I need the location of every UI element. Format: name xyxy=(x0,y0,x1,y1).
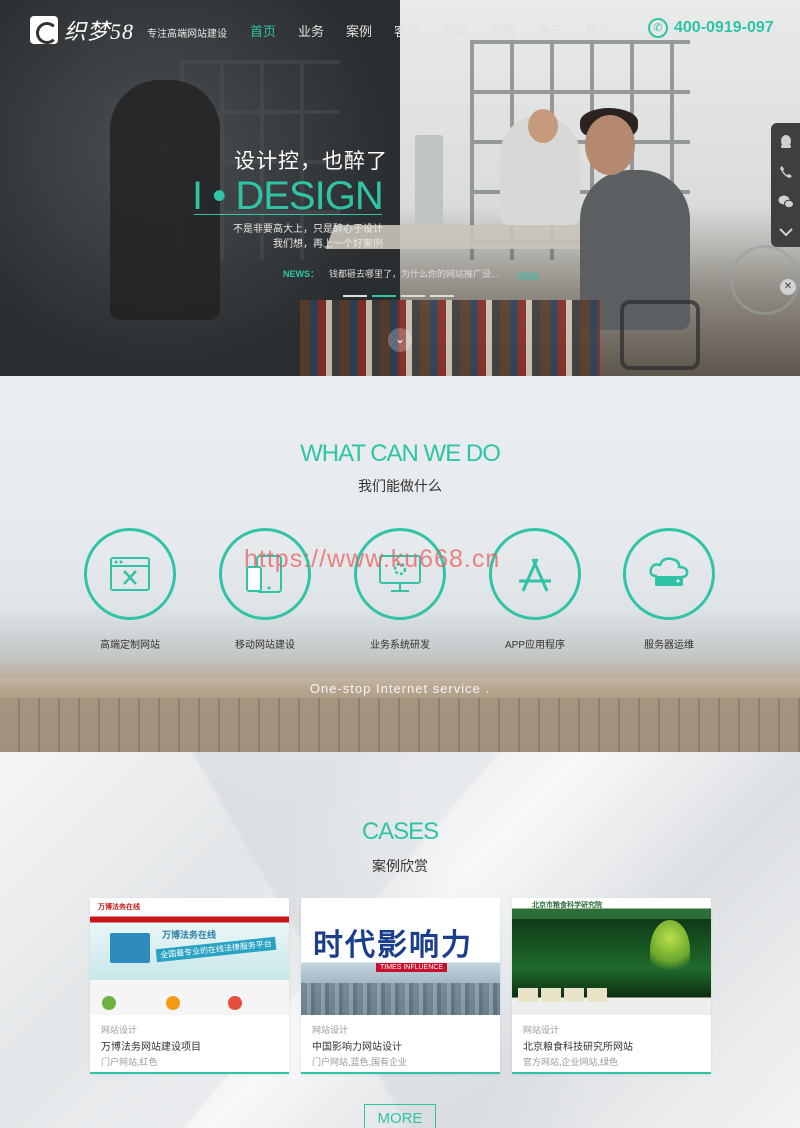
floating-toolbar xyxy=(771,123,800,247)
hero-subtitle: 不是非要高大上，只是醉心于设计 我们想，再上一个好案例 xyxy=(200,222,383,252)
news-headline[interactable]: 钱都砸去哪里了，为什么你的网站推广没... xyxy=(329,267,499,280)
thumb-banner-title: 万博法务在线 xyxy=(162,930,217,940)
thumb-tag: TIMES INFLUENCE xyxy=(376,963,448,972)
case-card[interactable]: 万博法务在线 万博法务在线 全国最专业的在线法律服务平台 网站设计 万博法务网站… xyxy=(90,898,289,1074)
slider-dot[interactable] xyxy=(430,295,454,297)
cases-subtitle: 案例欣赏 xyxy=(372,858,428,874)
menu-item-about[interactable]: 关于 xyxy=(538,21,586,40)
hero-title: 设计控，也醉了 xyxy=(234,150,388,173)
menu-item-home[interactable]: 首页 xyxy=(250,21,298,40)
menu-item-contact[interactable]: 联系 xyxy=(586,21,634,40)
hotline: ✆ 400-0919-097 xyxy=(648,18,774,38)
hero-chair xyxy=(620,300,700,370)
thumb-icon xyxy=(166,996,180,1010)
service-label: 移动网站建设 xyxy=(235,640,295,651)
watermark-text: https://www.ku668.cn xyxy=(244,545,501,573)
main-menu: 首页 业务 案例 客户 品质 增值 关于 联系 xyxy=(250,21,634,40)
hero-bookshelf xyxy=(300,300,600,376)
case-title[interactable]: 万博法务网站建设项目 xyxy=(101,1038,201,1053)
thumb-computer xyxy=(110,933,150,963)
thumb-sprout xyxy=(650,920,690,980)
menu-item-quality[interactable]: 品质 xyxy=(442,21,490,40)
case-category: 网站设计 xyxy=(312,1025,349,1035)
news-more-link[interactable]: more xyxy=(519,269,540,279)
service-item[interactable]: 高端定制网站 xyxy=(70,528,190,651)
news-label: NEWS： xyxy=(283,269,320,279)
thumb-site-logo: 万博法务在线 xyxy=(98,904,140,911)
case-thumbnail: 时代影响力 TIMES INFLUENCE xyxy=(301,898,500,1015)
thumb-city-skyline xyxy=(301,983,500,1015)
case-card[interactable]: 时代影响力 TIMES INFLUENCE 网站设计 中国影响力网站设计 门户网… xyxy=(301,898,500,1074)
slider-dot[interactable] xyxy=(343,295,367,297)
more-button[interactable]: MORE xyxy=(364,1104,436,1128)
browser-tools-icon xyxy=(110,557,150,591)
thumb-site-logo: 北京市粮食科学研究院 xyxy=(532,902,602,909)
menu-item-value-added[interactable]: 增值 xyxy=(490,21,538,40)
brand-slogan: 专注高端网站建设 xyxy=(147,29,227,40)
service-circle xyxy=(489,528,581,620)
logo[interactable]: 织梦58 xyxy=(30,14,134,46)
wechat-icon[interactable] xyxy=(771,187,800,217)
services-floor xyxy=(0,698,800,752)
case-category: 网站设计 xyxy=(101,1025,138,1035)
hotline-number[interactable]: 400-0919-097 xyxy=(674,19,774,37)
phone-icon[interactable] xyxy=(771,157,800,187)
case-tags: 门户网站,红色 xyxy=(101,1057,158,1067)
slider-dot[interactable] xyxy=(401,295,425,297)
chevron-down-icon[interactable] xyxy=(771,217,800,247)
service-item[interactable]: 服务器运维 xyxy=(609,528,729,651)
service-label: 业务系统研发 xyxy=(370,640,430,651)
app-store-icon xyxy=(519,558,551,592)
case-thumbnail: 万博法务在线 万博法务在线 全国最专业的在线法律服务平台 xyxy=(90,898,289,1015)
case-title[interactable]: 北京粮食科技研究所网站 xyxy=(523,1038,633,1053)
case-thumbnail: 北京市粮食科学研究院 xyxy=(512,898,711,1015)
phone-icon: ✆ xyxy=(648,18,668,38)
logo-mark-icon xyxy=(30,16,58,44)
thumb-icon xyxy=(228,996,242,1010)
menu-item-cases[interactable]: 案例 xyxy=(346,21,394,40)
slider-dots xyxy=(343,295,454,297)
case-card[interactable]: 北京市粮食科学研究院 网站设计 北京粮食科技研究所网站 官方网站,企业网站,绿色 xyxy=(512,898,711,1074)
case-tags: 官方网站,企业网站,绿色 xyxy=(523,1057,619,1067)
thumb-tiles xyxy=(518,988,607,1002)
hero-subtitle-line2: 我们想，再上一个好案例 xyxy=(273,239,383,250)
close-icon[interactable]: ✕ xyxy=(780,279,796,295)
hero-subtitle-line1: 不是非要高大上，只是醉心于设计 xyxy=(233,224,383,235)
hero-headline: I • DESIGN xyxy=(192,174,384,218)
slider-dot-active[interactable] xyxy=(372,295,396,297)
hero-divider xyxy=(194,214,382,215)
case-category: 网站设计 xyxy=(523,1025,560,1035)
chevron-down-icon: ⌄ xyxy=(394,332,406,346)
cases-title: CASES xyxy=(361,818,439,845)
service-circle xyxy=(354,528,446,620)
case-tags: 门户网站,蓝色,国有企业 xyxy=(312,1057,408,1067)
case-title[interactable]: 中国影响力网站设计 xyxy=(312,1038,402,1053)
service-label: 高端定制网站 xyxy=(100,640,160,651)
service-label: 服务器运维 xyxy=(644,640,694,651)
hero-monitor xyxy=(415,135,443,225)
cloud-server-icon xyxy=(649,557,689,586)
services-tagline: One-stop Internet service . xyxy=(309,681,491,696)
menu-item-clients[interactable]: 客户 xyxy=(394,21,442,40)
services-subtitle: 我们能做什么 xyxy=(358,478,442,494)
service-circle xyxy=(84,528,176,620)
menu-item-business[interactable]: 业务 xyxy=(298,21,346,40)
thumb-headline: 时代影响力 xyxy=(313,929,473,962)
service-circle xyxy=(219,528,311,620)
logo-text: 织梦58 xyxy=(64,19,135,44)
thumb-icon xyxy=(102,996,116,1010)
services-title: WHAT CAN WE DO xyxy=(300,440,501,467)
service-label: APP应用程序 xyxy=(504,640,565,651)
top-nav: 织梦58 专注高端网站建设 首页 业务 案例 客户 品质 增值 关于 联系 ✆ … xyxy=(0,0,800,60)
news-ticker: NEWS： 钱都砸去哪里了，为什么你的网站推广没... more xyxy=(283,267,539,280)
scroll-down-button[interactable]: ⌄ xyxy=(388,328,412,352)
qq-icon[interactable] xyxy=(771,127,800,157)
service-circle xyxy=(623,528,715,620)
hero-person-back xyxy=(500,109,580,225)
